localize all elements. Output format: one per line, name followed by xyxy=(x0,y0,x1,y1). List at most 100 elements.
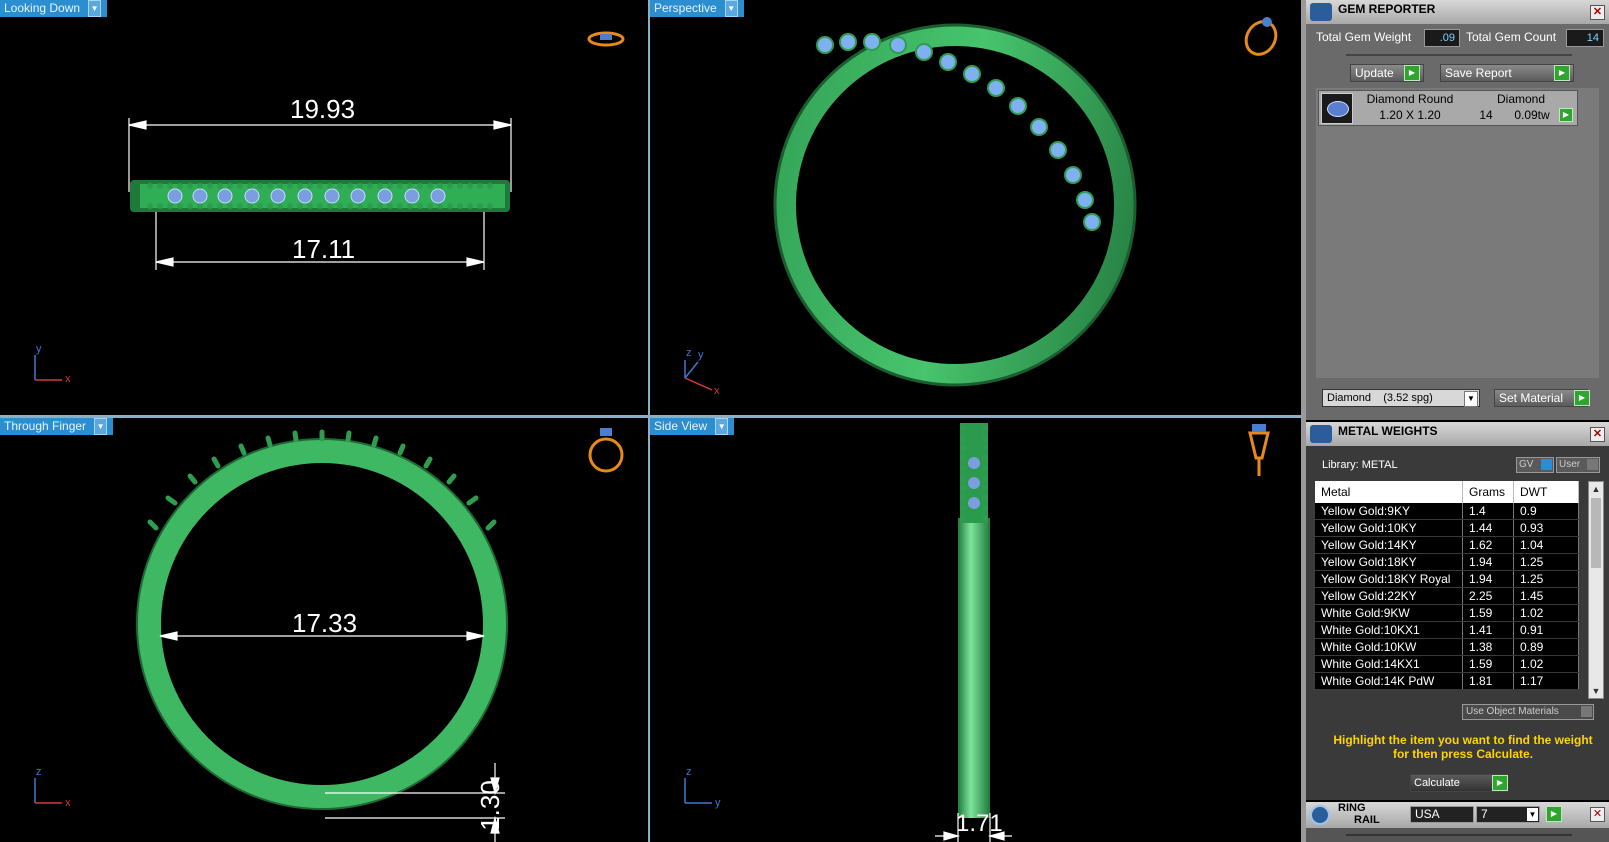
ring-rail-go-icon[interactable]: ▶ xyxy=(1546,806,1562,822)
metal-dwt: 1.02 xyxy=(1513,655,1579,673)
total-gem-count-value: 14 xyxy=(1566,29,1604,47)
update-go-icon[interactable]: ▶ xyxy=(1404,65,1420,81)
column-header-dwt[interactable]: DWT xyxy=(1513,481,1579,503)
column-header-grams[interactable]: Grams xyxy=(1462,481,1514,503)
table-row[interactable]: White Gold:10KW 1.38 0.89 xyxy=(1315,638,1579,656)
svg-text:x: x xyxy=(714,385,720,397)
close-icon[interactable]: ✕ xyxy=(1590,807,1605,822)
metal-name: Yellow Gold:18KY xyxy=(1315,553,1463,571)
gem-row[interactable]: Diamond Round 1.20 X 1.20 Diamond 14 0.0… xyxy=(1318,90,1578,126)
metal-dwt: 1.02 xyxy=(1513,604,1579,622)
hint-line-2: for then press Calculate. xyxy=(1392,747,1534,761)
ring-rail-title-line-1: RING xyxy=(1338,802,1366,814)
viewport-divider-vertical[interactable] xyxy=(648,0,650,842)
ring-rail-splitter[interactable] xyxy=(1346,834,1572,836)
calculate-go-icon[interactable]: ▶ xyxy=(1492,775,1508,791)
metal-grams: 1.38 xyxy=(1462,638,1514,656)
metal-name: White Gold:10KW xyxy=(1315,638,1463,656)
metal-grams: 1.59 xyxy=(1462,655,1514,673)
ring-size-value: 7 xyxy=(1481,807,1488,821)
metal-name: Yellow Gold:14KY xyxy=(1315,536,1463,554)
chevron-down-icon[interactable]: ▼ xyxy=(1464,391,1478,407)
table-row[interactable]: Yellow Gold:18KY 1.94 1.25 xyxy=(1315,553,1579,571)
gem-reporter-title: GEM REPORTER xyxy=(1338,2,1436,16)
table-row[interactable]: White Gold:9KW 1.59 1.02 xyxy=(1315,604,1579,622)
metal-name: White Gold:9KW xyxy=(1315,604,1463,622)
table-header-row: Metal Grams DWT xyxy=(1315,481,1579,503)
metal-name: White Gold:14KX1 xyxy=(1315,655,1463,673)
gv-label: GV xyxy=(1519,459,1534,470)
table-row[interactable]: White Gold:14K PdW 1.81 1.17 xyxy=(1315,672,1579,690)
metal-name: Yellow Gold:22KY xyxy=(1315,587,1463,605)
svg-text:z: z xyxy=(36,766,42,778)
viewport-divider-horizontal[interactable] xyxy=(0,415,1301,418)
calculate-label: Calculate xyxy=(1414,777,1460,789)
svg-text:z: z xyxy=(686,766,692,778)
dim-band-thickness: 1.30 xyxy=(474,780,505,831)
dim-inner-diameter: 17.33 xyxy=(292,608,358,638)
gem-list-area[interactable] xyxy=(1316,88,1599,378)
metal-grams: 1.81 xyxy=(1462,672,1514,690)
table-row[interactable]: Yellow Gold:18KY Royal 1.94 1.25 xyxy=(1315,570,1579,588)
scroll-thumb[interactable] xyxy=(1591,498,1601,568)
metal-dwt: 0.93 xyxy=(1513,519,1579,537)
gem-thumbnail xyxy=(1321,93,1353,124)
metal-grams: 1.41 xyxy=(1462,621,1514,639)
update-label: Update xyxy=(1355,66,1394,80)
dim-band-width: 1.71 xyxy=(956,810,1003,837)
ring-size-select[interactable]: 7 ▼ xyxy=(1476,806,1540,823)
table-row[interactable]: White Gold:14KX1 1.59 1.02 xyxy=(1315,655,1579,673)
metal-name: Yellow Gold:9KY xyxy=(1315,503,1463,520)
user-toggle[interactable]: User xyxy=(1556,457,1600,473)
total-gem-weight-value: .09 xyxy=(1424,29,1460,47)
viewport-perspective[interactable]: Perspective ▼ z y x xyxy=(650,0,1301,415)
metal-weights-icon xyxy=(1310,425,1332,443)
dim-outer-width: 19.93 xyxy=(290,94,356,124)
table-scrollbar[interactable]: ▲ ▼ xyxy=(1588,481,1604,699)
table-row[interactable]: Yellow Gold:14KY 1.62 1.04 xyxy=(1315,536,1579,554)
toggle-icon xyxy=(1581,706,1592,717)
close-icon[interactable]: ✕ xyxy=(1590,5,1605,20)
viewport-through-finger[interactable]: Through Finger ▼ z x 17.33 1.30 xyxy=(0,418,648,842)
save-report-label: Save Report xyxy=(1445,66,1512,80)
gem-material-header: Diamond xyxy=(1496,92,1546,106)
splitter-handle[interactable] xyxy=(1346,54,1572,56)
gem-row-go-icon[interactable]: ▶ xyxy=(1559,108,1573,122)
material-select[interactable]: Diamond (3.52 spg) ▼ xyxy=(1322,389,1480,407)
table-row[interactable]: Yellow Gold:10KY 1.44 0.93 xyxy=(1315,519,1579,537)
table-row[interactable]: Yellow Gold:9KY 1.4 0.9 xyxy=(1315,503,1579,520)
diamond-icon xyxy=(1327,101,1349,117)
table-row[interactable]: Yellow Gold:22KY 2.25 1.45 xyxy=(1315,587,1579,605)
use-object-materials-toggle[interactable]: Use Object Materials xyxy=(1462,704,1594,720)
svg-text:x: x xyxy=(65,797,71,809)
toggle-icon xyxy=(1587,459,1598,470)
gem-reporter-icon xyxy=(1310,3,1332,21)
metal-grams: 1.4 xyxy=(1462,503,1514,520)
svg-text:y: y xyxy=(715,797,721,809)
close-icon[interactable]: ✕ xyxy=(1590,427,1605,442)
metal-weights-title: METAL WEIGHTS xyxy=(1338,424,1438,438)
table-row[interactable]: White Gold:10KX1 1.41 0.91 xyxy=(1315,621,1579,639)
total-gem-count-label: Total Gem Count xyxy=(1466,30,1557,44)
column-header-metal[interactable]: Metal xyxy=(1315,481,1463,503)
ring-rail-title: RING RAIL xyxy=(1338,802,1380,826)
set-material-go-icon[interactable]: ▶ xyxy=(1574,390,1590,406)
scroll-up-icon[interactable]: ▲ xyxy=(1589,482,1603,496)
gv-toggle[interactable]: GV xyxy=(1516,457,1554,473)
metal-dwt: 1.17 xyxy=(1513,672,1579,690)
viewport-side-view[interactable]: Side View ▼ z y 1.71 xyxy=(650,418,1301,842)
save-report-go-icon[interactable]: ▶ xyxy=(1554,65,1570,81)
metal-grams: 1.94 xyxy=(1462,570,1514,588)
scroll-down-icon[interactable]: ▼ xyxy=(1589,684,1603,698)
metal-weights-header: METAL WEIGHTS ✕ xyxy=(1306,422,1609,446)
gem-weight-value: 0.09tw xyxy=(1514,108,1550,122)
metal-dwt: 1.45 xyxy=(1513,587,1579,605)
gem-count-value: 14 xyxy=(1479,108,1493,122)
metal-name: Yellow Gold:18KY Royal xyxy=(1315,570,1463,588)
metal-dwt: 0.91 xyxy=(1513,621,1579,639)
metal-weights-table: Metal Grams DWT Yellow Gold:9KY 1.4 0.9 Ye… xyxy=(1315,481,1579,690)
viewport-looking-down[interactable]: Looking Down ▼ y x 19.93 17.11 xyxy=(0,0,648,415)
svg-text:x: x xyxy=(65,373,71,385)
ring-size-system-field[interactable]: USA xyxy=(1410,806,1474,823)
chevron-down-icon[interactable]: ▼ xyxy=(1527,808,1538,821)
